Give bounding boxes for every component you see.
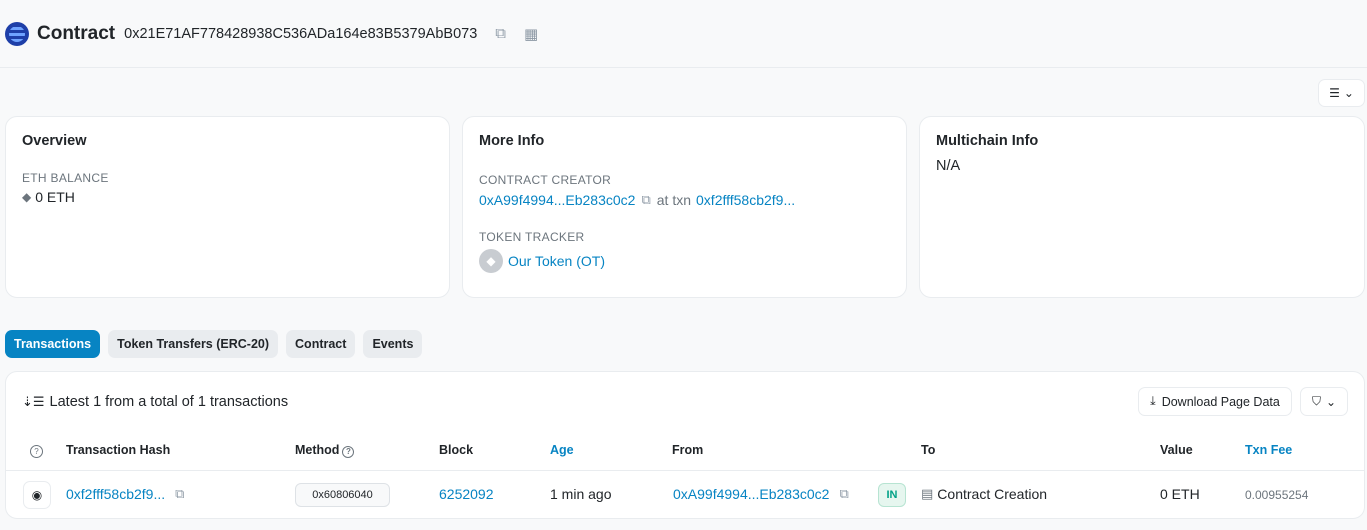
help-icon[interactable]: ? bbox=[342, 445, 355, 458]
download-page-data-button[interactable]: ⤓ Download Page Data bbox=[1138, 387, 1292, 416]
value-cell: 0 ETH bbox=[1160, 486, 1200, 502]
eth-balance-label: ETH BALANCE bbox=[22, 171, 109, 185]
token-tracker-link[interactable]: Our Token (OT) bbox=[508, 253, 605, 269]
column-transaction-hash: Transaction Hash bbox=[66, 443, 171, 457]
direction-badge: IN bbox=[878, 483, 906, 507]
chevron-down-icon: ⌄ bbox=[1325, 394, 1337, 409]
help-icon[interactable]: ? bbox=[30, 443, 43, 458]
filter-icon: ⛉ bbox=[1311, 394, 1321, 408]
download-icon: ⤓ bbox=[1150, 394, 1156, 408]
block-link[interactable]: 6252092 bbox=[439, 486, 494, 502]
column-from: From bbox=[672, 443, 704, 457]
tab-contract[interactable]: Contract bbox=[286, 330, 356, 358]
transactions-card: ⇣☰ Latest 1 from a total of 1 transactio… bbox=[5, 371, 1365, 519]
method-badge: 0x60806040 bbox=[295, 483, 390, 507]
more-info-card: More Info CONTRACT CREATOR 0xA99f4994...… bbox=[462, 116, 907, 298]
page-header: Contract 0x21E71AF778428938C536ADa164e83… bbox=[0, 0, 1367, 68]
more-info-title: More Info bbox=[479, 133, 545, 149]
view-options-button[interactable]: ☰ ⌄ bbox=[1318, 79, 1365, 107]
copy-icon[interactable]: ⧉ bbox=[839, 486, 848, 502]
contract-creator-label: CONTRACT CREATOR bbox=[479, 173, 612, 187]
chevron-down-icon: ⌄ bbox=[1343, 86, 1354, 100]
copy-icon[interactable]: ⧉ bbox=[495, 25, 506, 42]
token-tracker-row: ◆ Our Token (OT) bbox=[479, 249, 890, 273]
from-cell: 0xA99f4994...Eb283c0c2 ⧉ bbox=[673, 486, 855, 502]
tx-hash-link[interactable]: 0xf2fff58cb2f9... bbox=[66, 486, 165, 502]
contract-creator-row: 0xA99f4994...Eb283c0c2 ⧉ at txn 0xf2fff5… bbox=[479, 192, 890, 208]
age-cell: 1 min ago bbox=[550, 486, 612, 502]
from-address-link[interactable]: 0xA99f4994...Eb283c0c2 bbox=[673, 486, 829, 502]
at-txn-text: at txn bbox=[656, 192, 692, 208]
filter-button[interactable]: ⛉ ⌄ bbox=[1300, 387, 1348, 416]
tab-transactions[interactable]: Transactions bbox=[5, 330, 101, 358]
token-tracker-label: TOKEN TRACKER bbox=[479, 230, 585, 244]
tab-bar: Transactions Token Transfers (ERC-20) Co… bbox=[5, 330, 430, 358]
creator-address-link[interactable]: 0xA99f4994...Eb283c0c2 bbox=[479, 192, 635, 208]
transactions-summary: ⇣☰ Latest 1 from a total of 1 transactio… bbox=[22, 394, 288, 410]
column-txn-fee[interactable]: Txn Fee bbox=[1245, 443, 1292, 457]
tab-events[interactable]: Events bbox=[363, 330, 423, 358]
qr-code-icon[interactable]: ▦ bbox=[524, 25, 538, 43]
ethereum-icon: ◆ bbox=[22, 190, 32, 204]
token-icon: ◆ bbox=[479, 249, 503, 273]
eye-icon[interactable]: ◉ bbox=[23, 481, 51, 509]
tab-token-transfers[interactable]: Token Transfers (ERC-20) bbox=[108, 330, 279, 358]
page-title: Contract bbox=[37, 22, 116, 44]
tx-hash-cell: 0xf2fff58cb2f9... ⧉ bbox=[66, 486, 190, 502]
to-cell: ▤ Contract Creation bbox=[921, 486, 1047, 502]
download-label: Download Page Data bbox=[1161, 394, 1280, 409]
column-value: Value bbox=[1160, 443, 1193, 457]
multichain-title: Multichain Info bbox=[936, 133, 1039, 149]
checklist-icon: ☰ bbox=[1329, 86, 1340, 100]
copy-icon[interactable]: ⧉ bbox=[641, 192, 650, 208]
copy-icon[interactable]: ⧉ bbox=[175, 486, 184, 502]
overview-title: Overview bbox=[22, 133, 87, 149]
block-cell: 6252092 bbox=[439, 486, 494, 502]
multichain-card: Multichain Info N/A bbox=[919, 116, 1365, 298]
column-block: Block bbox=[439, 443, 474, 457]
column-method-label: Method bbox=[295, 443, 340, 457]
column-method: Method? bbox=[295, 443, 355, 458]
summary-text: Latest 1 from a total of 1 transactions bbox=[49, 394, 289, 410]
sort-icon: ⇣☰ bbox=[22, 394, 45, 409]
contract-address: 0x21E71AF778428938C536ADa164e83B5379AbB0… bbox=[124, 25, 478, 42]
to-text: Contract Creation bbox=[937, 486, 1048, 502]
creator-txn-link[interactable]: 0xf2fff58cb2f9... bbox=[696, 192, 795, 208]
contract-icon: ▤ bbox=[921, 486, 934, 501]
table-divider bbox=[6, 470, 1364, 471]
column-age[interactable]: Age bbox=[550, 443, 574, 457]
column-to: To bbox=[921, 443, 936, 457]
contract-avatar-icon bbox=[5, 21, 29, 46]
eth-balance-amount: 0 ETH bbox=[35, 189, 75, 205]
multichain-value: N/A bbox=[936, 158, 961, 174]
eth-balance-value: ◆ 0 ETH bbox=[22, 189, 433, 205]
fee-cell: 0.00955254 bbox=[1245, 488, 1309, 502]
overview-card: Overview ETH BALANCE ◆ 0 ETH bbox=[5, 116, 450, 298]
